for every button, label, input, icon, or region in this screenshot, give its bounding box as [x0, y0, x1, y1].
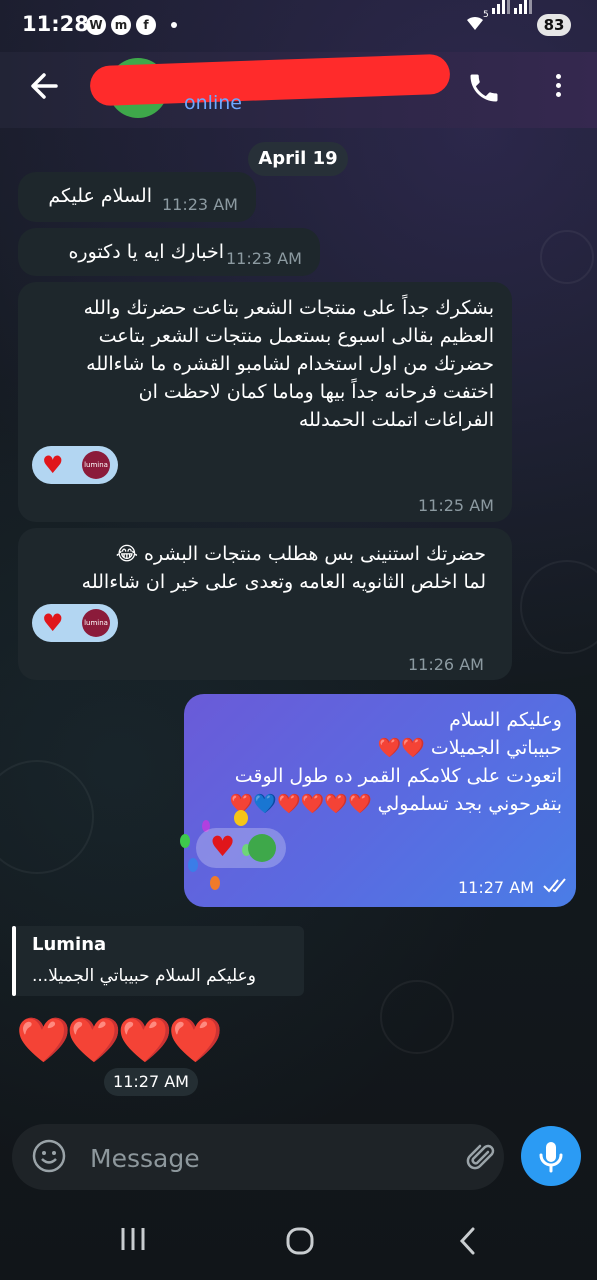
home-icon[interactable]	[285, 1226, 315, 1260]
message-text: السلام عليكم	[48, 185, 152, 207]
whatsapp-icon: W	[86, 15, 106, 35]
hearts-message[interactable]: ❤️❤️❤️❤️	[16, 1014, 223, 1066]
battery-indicator: 83	[537, 14, 571, 36]
reply-quote[interactable]: Lumina وعليكم السلام حبيباتي الجميلا...	[12, 926, 304, 996]
date-chip: April 19	[248, 142, 348, 176]
status-bar: 11:28 W m f 5 83	[0, 0, 597, 52]
avatar	[248, 834, 276, 862]
reaction-chip[interactable]: ♥ lumina	[32, 604, 118, 642]
reaction-chip[interactable]: ♥	[196, 828, 286, 868]
heart-reaction-icon: ♥	[42, 451, 64, 479]
status-time: 11:28	[22, 12, 89, 36]
incoming-message-bubble[interactable]: بشكرك جداً على منتجات الشعر بتاعت حضرتك …	[18, 282, 512, 522]
heart-reaction-icon: ♥	[210, 830, 236, 863]
outgoing-message-bubble[interactable]: وعليكم السلام حبيباتي الجميلات ❤️❤️ اتعو…	[180, 694, 576, 907]
phone-call-icon[interactable]	[466, 70, 502, 106]
lumina-avatar: lumina	[82, 451, 110, 479]
message-time: 11:27 AM	[104, 1068, 198, 1096]
reply-sender: Lumina	[32, 934, 107, 955]
recent-apps-icon[interactable]	[118, 1226, 148, 1256]
lumina-avatar: lumina	[82, 609, 110, 637]
incoming-message-bubble[interactable]: حضرتك استنينى بس هطلب منتجات البشره 😂 لم…	[18, 528, 512, 680]
wifi-icon: 5	[465, 10, 489, 37]
microphone-icon	[539, 1142, 563, 1173]
double-check-icon	[542, 876, 570, 898]
system-navigation-bar	[0, 1198, 597, 1280]
back-arrow-icon[interactable]	[26, 66, 66, 106]
reply-bar	[12, 926, 16, 996]
incoming-message-bubble[interactable]: اخبارك ايه يا دكتوره 11:23 AM	[18, 228, 320, 276]
message-time: 11:26 AM	[408, 655, 484, 674]
message-text: حضرتك استنينى بس هطلب منتجات البشره 😂 لم…	[81, 543, 486, 593]
microphone-button[interactable]	[521, 1126, 581, 1186]
message-time: 11:25 AM	[418, 496, 494, 515]
heart-reaction-icon: ♥	[42, 609, 64, 637]
message-composer	[12, 1124, 504, 1190]
message-input[interactable]	[88, 1134, 432, 1182]
message-time: 11:23 AM	[226, 249, 302, 268]
message-time: 11:23 AM	[162, 195, 238, 214]
attachment-icon[interactable]	[464, 1140, 498, 1174]
back-nav-icon[interactable]	[456, 1226, 480, 1260]
presence-status: online	[184, 92, 242, 114]
message-time: 11:27 AM	[458, 878, 534, 897]
facebook-icon: f	[136, 15, 156, 35]
reply-quote-text: وعليكم السلام حبيباتي الجميلا...	[32, 966, 256, 986]
messenger-icon: m	[111, 15, 131, 35]
message-text: بشكرك جداً على منتجات الشعر بتاعت حضرتك …	[83, 297, 494, 431]
chat-header: online	[0, 52, 597, 128]
notification-dot-icon	[171, 22, 177, 28]
more-options-icon[interactable]	[548, 70, 568, 110]
network-type: 5	[483, 10, 489, 20]
message-text: اخبارك ايه يا دكتوره	[68, 241, 224, 263]
reaction-chip[interactable]: ♥ lumina	[32, 446, 118, 484]
emoji-icon[interactable]	[32, 1139, 66, 1173]
incoming-message-bubble[interactable]: السلام عليكم 11:23 AM	[18, 172, 256, 222]
